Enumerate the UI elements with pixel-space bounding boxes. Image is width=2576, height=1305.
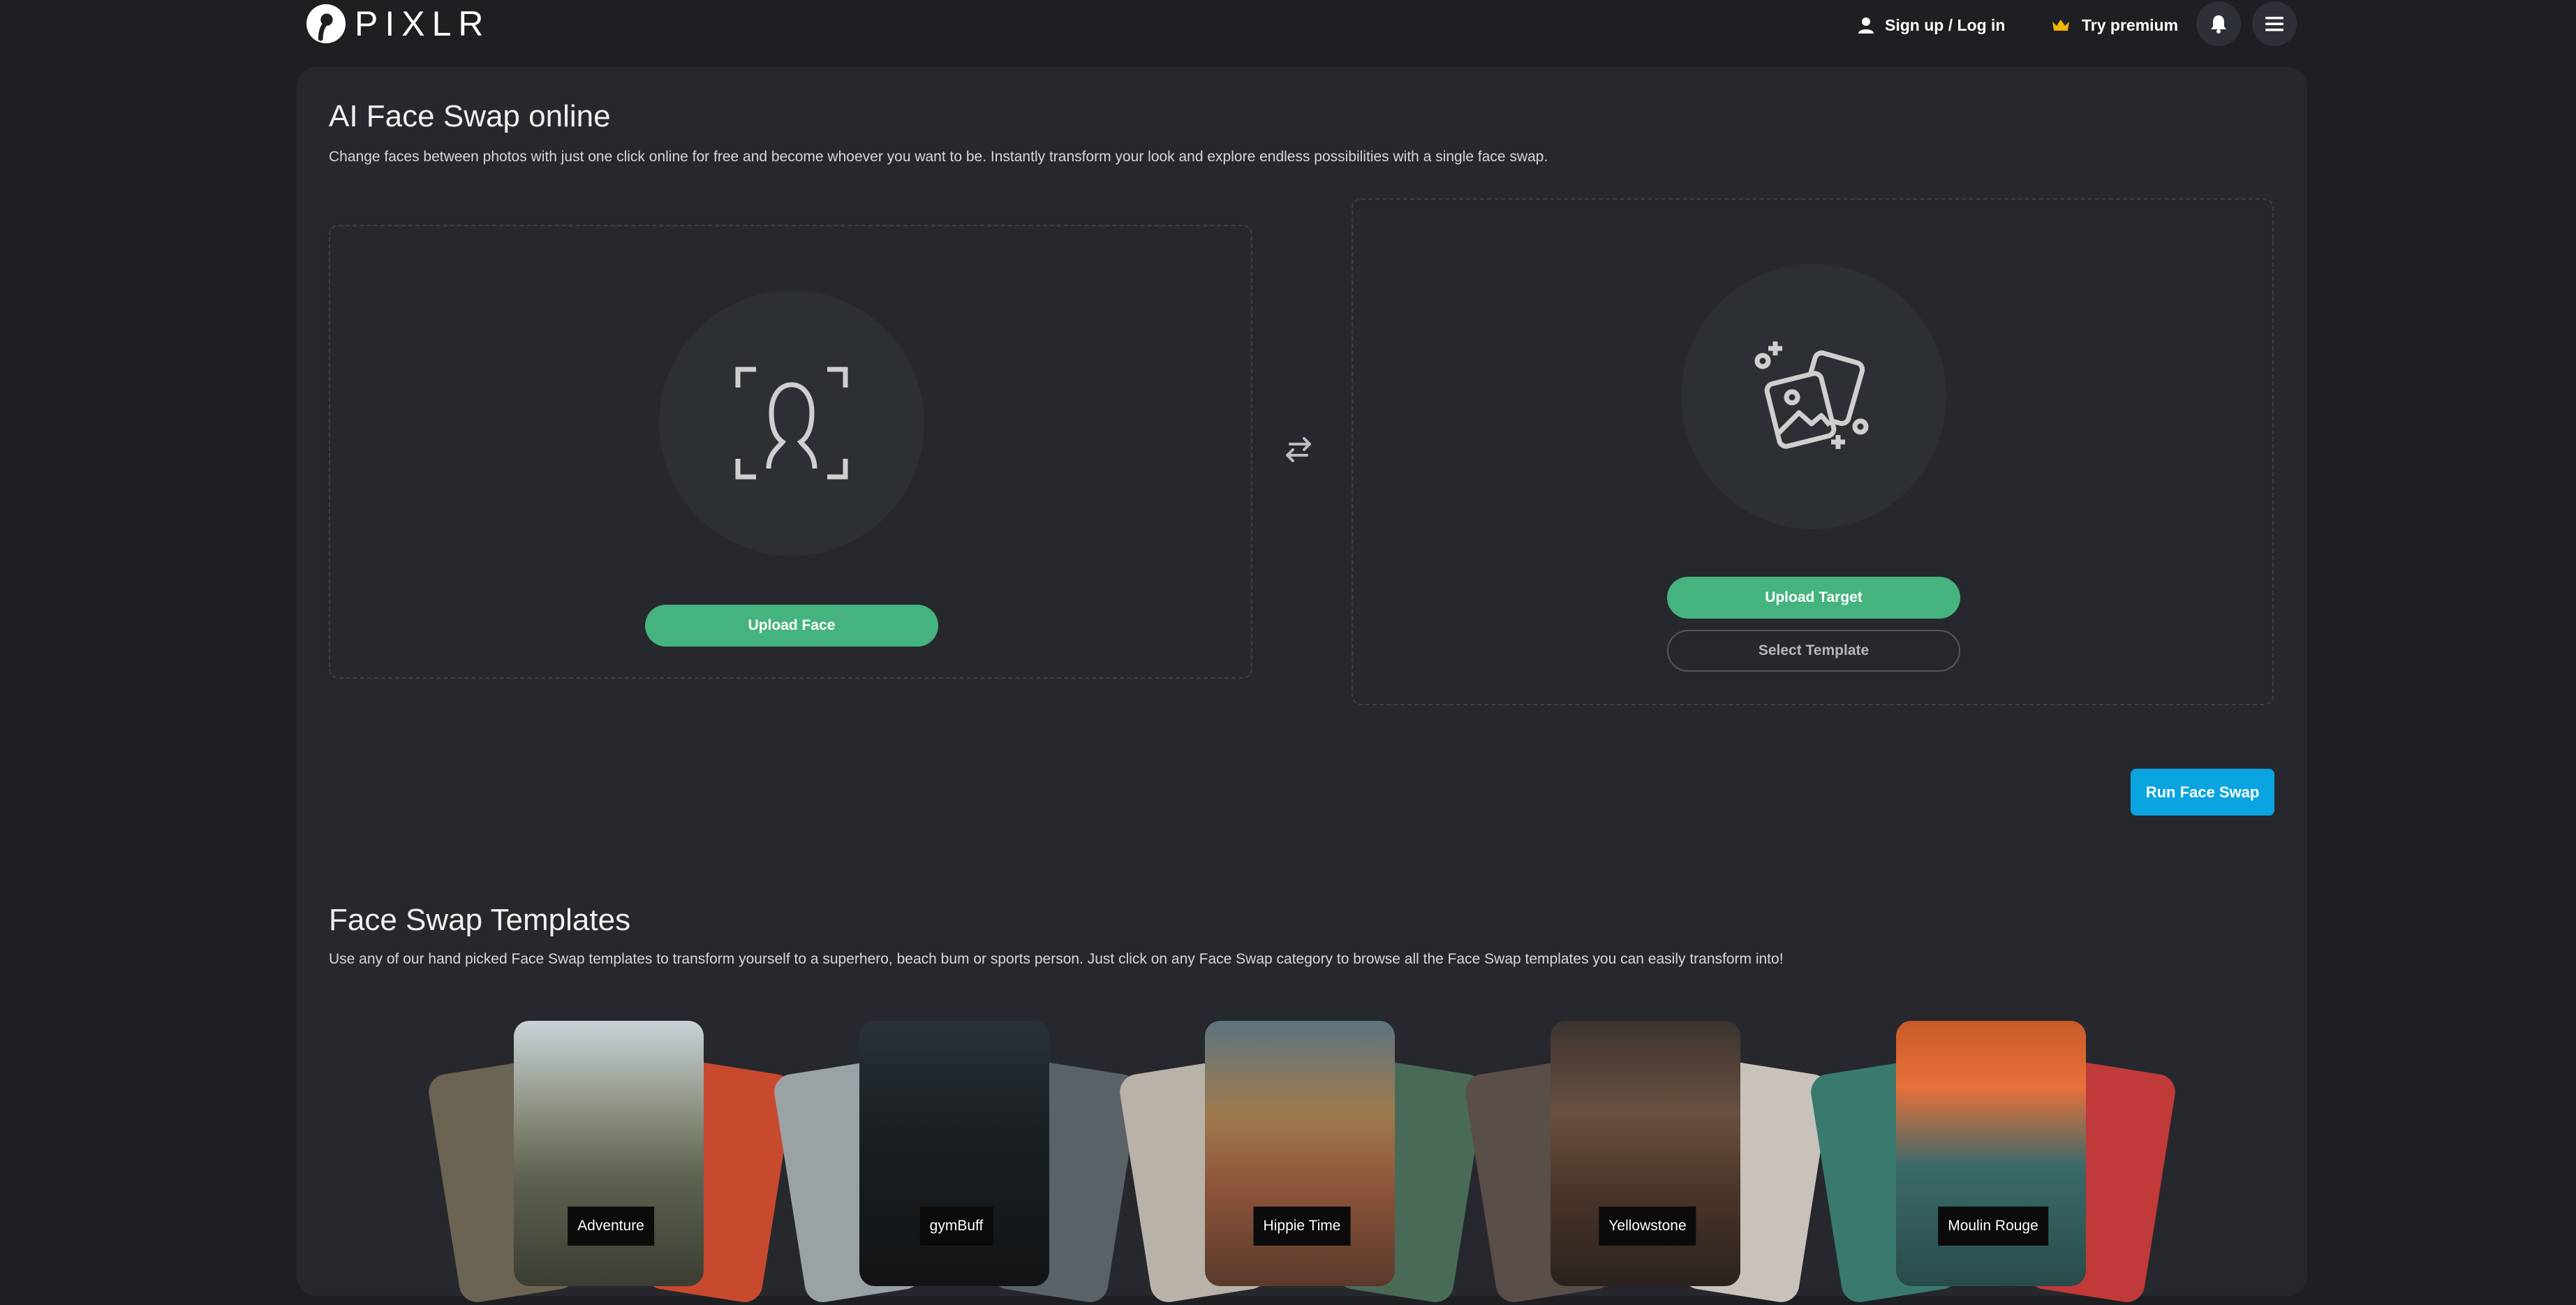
page-title: AI Face Swap online: [329, 99, 611, 133]
hamburger-menu-icon: [2265, 17, 2283, 31]
template-front-image: [514, 1021, 704, 1286]
face-upload-dropzone[interactable]: Upload Face: [329, 225, 1252, 679]
images-sparkle-icon: [1754, 341, 1869, 449]
select-template-button[interactable]: Select Template: [1667, 630, 1960, 672]
signup-login-button[interactable]: Sign up / Log in: [1857, 11, 2005, 39]
target-upload-dropzone[interactable]: Upload Target Select Template: [1352, 198, 2274, 705]
template-front-image: [1896, 1021, 2086, 1286]
template-front-image: [859, 1021, 1049, 1286]
template-card-yellowstone[interactable]: Yellowstone: [1463, 1019, 1833, 1305]
premium-label: Try premium: [2082, 15, 2179, 34]
logo-text: PIXLR: [355, 4, 491, 43]
template-label: Yellowstone: [1599, 1207, 1696, 1246]
upload-target-button[interactable]: Upload Target: [1667, 577, 1960, 619]
crown-icon: [2052, 20, 2069, 31]
target-placeholder-circle: [1681, 264, 1946, 529]
template-front-image: [1205, 1021, 1395, 1286]
template-card-moulin-rouge[interactable]: Moulin Rouge: [1808, 1019, 2178, 1305]
top-bar: PIXLR Sign up / Log in Try premium: [0, 0, 2576, 50]
template-label: Hippie Time: [1253, 1207, 1351, 1246]
template-card-hippie-time[interactable]: Hippie Time: [1117, 1019, 1487, 1305]
user-icon: [1858, 17, 1874, 34]
templates-description: Use any of our hand picked Face Swap tem…: [329, 951, 1784, 967]
template-label: Adventure: [568, 1207, 654, 1246]
notifications-button[interactable]: [2196, 1, 2241, 46]
upload-face-button[interactable]: Upload Face: [645, 605, 938, 647]
template-label: gymBuff: [919, 1207, 993, 1246]
face-scan-icon: [735, 367, 848, 480]
bell-icon: [2211, 15, 2226, 34]
face-placeholder-circle: [659, 290, 924, 556]
template-front-image: [1550, 1021, 1740, 1286]
templates-title: Face Swap Templates: [329, 903, 631, 937]
pixlr-logo-icon: [306, 3, 346, 44]
run-face-swap-button[interactable]: Run Face Swap: [2131, 769, 2274, 816]
signup-label: Sign up / Log in: [1885, 15, 2006, 34]
template-card-gymbuff[interactable]: gymBuff: [771, 1019, 1141, 1305]
pixlr-logo[interactable]: PIXLR: [306, 1, 491, 46]
swap-arrows-icon[interactable]: [1282, 433, 1315, 466]
template-label: Moulin Rouge: [1938, 1207, 2048, 1246]
try-premium-button[interactable]: Try premium: [2051, 11, 2178, 39]
template-card-adventure[interactable]: Adventure: [426, 1019, 796, 1305]
main-menu-button[interactable]: [2252, 1, 2297, 46]
page-description: Change faces between photos with just on…: [329, 149, 1548, 165]
